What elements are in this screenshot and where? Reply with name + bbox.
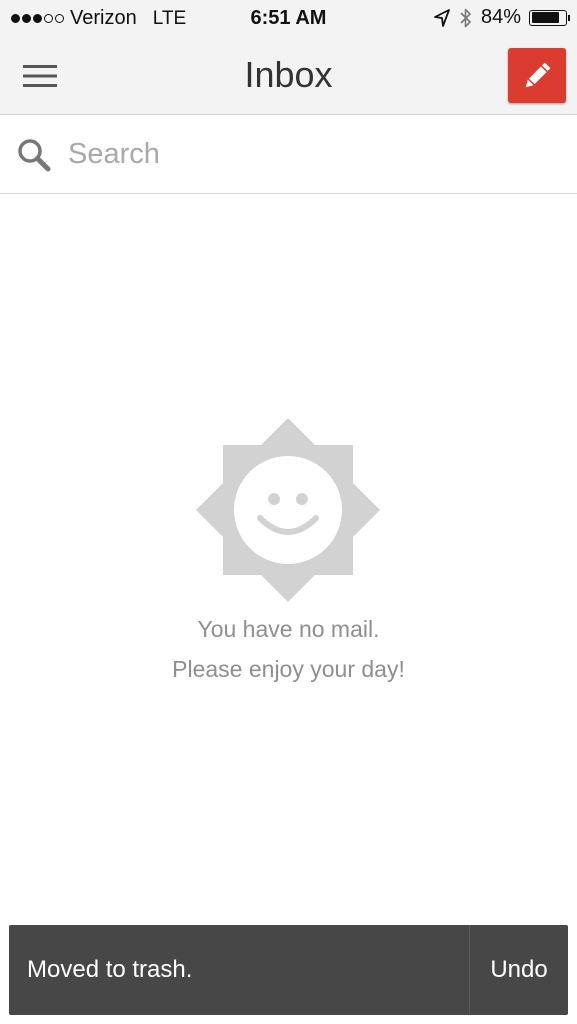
snackbar: Moved to trash. Undo [9,925,568,1015]
undo-button[interactable]: Undo [470,925,568,1015]
battery-icon [529,9,570,26]
bluetooth-icon [460,8,471,27]
empty-message-line2: Please enjoy your day! [172,656,405,682]
location-arrow-icon [434,8,450,27]
battery-fill [531,12,560,23]
hamburger-menu-icon [23,65,57,87]
status-bar: Verizon LTE 6:51 AM 84% [0,0,577,38]
search-input[interactable] [66,134,550,174]
status-right: 84% [433,6,570,29]
menu-button[interactable] [14,56,66,96]
search-icon[interactable] [17,138,51,172]
battery-percent: 84% [480,6,521,28]
pencil-icon [525,62,551,87]
snackbar-message: Moved to trash. [27,956,193,983]
compose-button[interactable] [508,48,566,103]
page-title: Inbox [244,54,333,95]
app-bar: Inbox [0,38,577,115]
empty-message-line1: You have no mail. [197,616,380,642]
smiling-sun-icon [196,418,380,602]
search-bar [0,116,577,194]
